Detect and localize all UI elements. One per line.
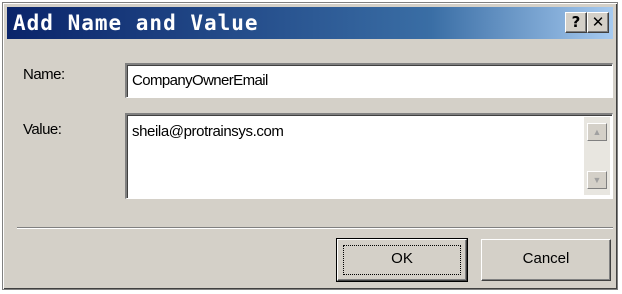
scroll-down-icon: ▼	[592, 175, 602, 185]
value-textarea-text: sheila@protrainsys.com	[132, 123, 284, 140]
name-input[interactable]: CompanyOwnerEmail	[125, 63, 613, 98]
close-button[interactable]: ✕	[587, 12, 609, 33]
scroll-up-icon: ▲	[592, 127, 602, 137]
focus-rectangle	[343, 245, 461, 275]
value-scrollbar[interactable]: ▲ ▼	[584, 117, 610, 195]
help-icon: ?	[571, 13, 581, 31]
cancel-button[interactable]: Cancel	[481, 239, 611, 281]
window-title: Add Name and Value	[13, 11, 259, 35]
add-name-value-dialog: Add Name and Value ? ✕ Name: CompanyOwne…	[2, 2, 618, 290]
name-input-value: CompanyOwnerEmail	[132, 72, 268, 89]
title-bar[interactable]: Add Name and Value ? ✕	[7, 7, 613, 39]
value-label: Value:	[23, 121, 62, 138]
scroll-down-button[interactable]: ▼	[587, 171, 607, 189]
name-label: Name:	[23, 66, 65, 83]
separator	[17, 227, 613, 229]
ok-button[interactable]: OK	[336, 238, 468, 282]
help-button[interactable]: ?	[565, 12, 587, 33]
close-icon: ✕	[591, 13, 605, 31]
value-textarea[interactable]: sheila@protrainsys.com ▲ ▼	[125, 113, 613, 199]
scroll-up-button[interactable]: ▲	[587, 123, 607, 141]
cancel-button-label: Cancel	[522, 250, 570, 267]
